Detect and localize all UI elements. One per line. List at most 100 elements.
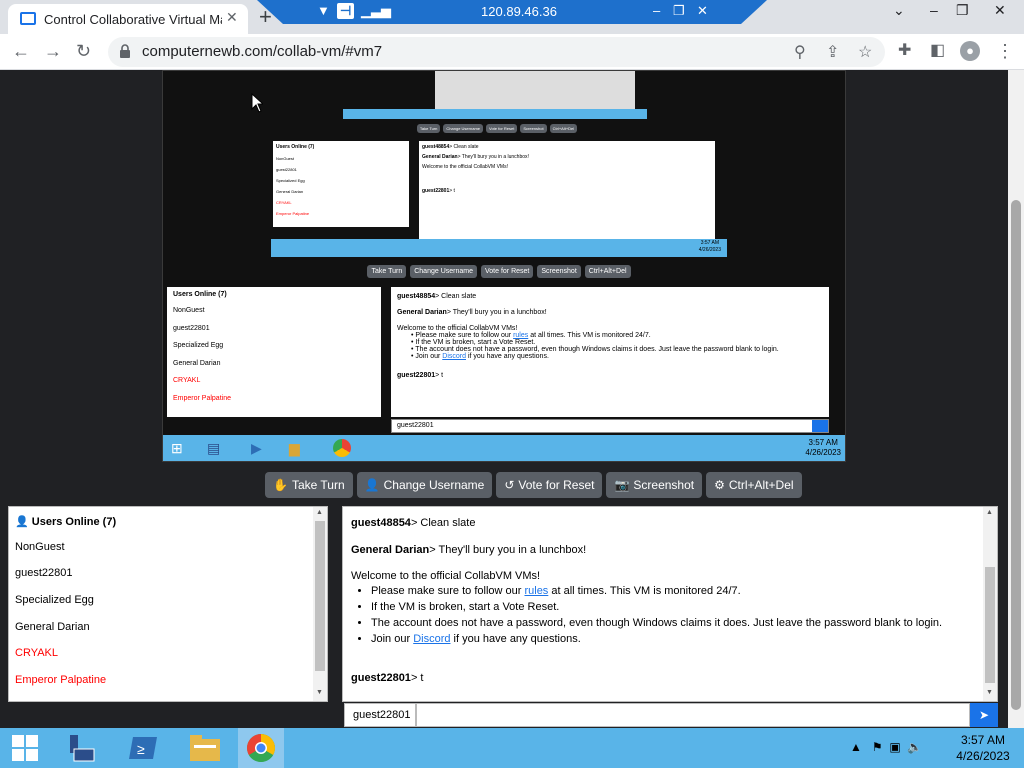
profile-avatar-icon[interactable]: ● xyxy=(960,41,980,61)
nested-users-l2: Users Online (7) NonGuest guest22801 Spe… xyxy=(167,287,381,417)
chat-message: General Darian> They'll bury you in a lu… xyxy=(351,544,587,556)
rule-item: Join our Discord if you have any questio… xyxy=(371,633,942,646)
url-text: computernewb.com/collab-vm/#vm7 xyxy=(142,43,383,60)
server-manager-button[interactable] xyxy=(58,728,104,768)
browser-titlebar: Control Collaborative Virtual Mac ✕ + ▼ … xyxy=(0,0,1024,34)
system-tray: ▲ ⚑ ▣ 🔈 xyxy=(850,740,922,754)
nested-input-l2: guest22801 xyxy=(391,419,829,433)
send-button[interactable]: ➤ xyxy=(970,703,998,727)
windows-taskbar: ≥ ▲ ⚑ ▣ 🔈 3:57 AM 4/26/2023 xyxy=(0,728,1024,768)
vm-controls: ✋ Take Turn 👤 Change Username ↺ Vote for Re… xyxy=(265,472,802,498)
user-item[interactable]: General Darian xyxy=(15,621,90,633)
chevron-up-icon[interactable]: ▲ xyxy=(850,740,862,754)
rule-item: The account does not have a password, ev… xyxy=(371,617,942,630)
close-window-button[interactable]: ✕ xyxy=(994,2,1006,19)
chat-input-row: guest22801 ➤ xyxy=(344,703,998,727)
powershell-button[interactable]: ≥ xyxy=(120,728,166,768)
forward-arrow-icon[interactable]: → xyxy=(44,41,62,61)
vote-reset-button[interactable]: ↺ Vote for Reset xyxy=(496,472,603,498)
tab-search-icon[interactable]: ⌄ xyxy=(893,2,905,19)
side-panel-icon[interactable]: ◧ xyxy=(930,41,945,61)
minimize-button[interactable]: – xyxy=(930,2,938,18)
file-explorer-button[interactable] xyxy=(182,728,228,768)
remote-ip: 120.89.46.36 xyxy=(481,4,557,19)
users-online-panel: 👤 Users Online (7) NonGuest guest22801 S… xyxy=(8,506,328,702)
chat-input[interactable] xyxy=(416,703,970,727)
users-scrollbar[interactable]: ▲ ▼ xyxy=(313,507,327,701)
clock-date: 4/26/2023 xyxy=(956,749,1010,763)
chat-message: guest22801> t xyxy=(351,672,424,684)
gear-icon: ⚙ xyxy=(714,478,725,492)
rule-item: If the VM is broken, start a Vote Reset. xyxy=(371,601,942,614)
paper-plane-icon: ➤ xyxy=(978,708,990,722)
change-username-button[interactable]: 👤 Change Username xyxy=(356,472,493,498)
close-tab-icon[interactable]: ✕ xyxy=(226,9,238,26)
user-icon: 👤 xyxy=(15,516,29,528)
user-item[interactable]: Specialized Egg xyxy=(15,594,94,606)
start-button[interactable] xyxy=(2,728,48,768)
nested-chat-l2: guest48854> Clean slate General Darian> … xyxy=(391,287,829,417)
user-item[interactable]: guest22801 xyxy=(15,567,73,579)
back-arrow-icon[interactable]: ← xyxy=(12,41,30,61)
flag-icon[interactable]: ⚑ xyxy=(872,740,883,754)
powershell-icon: ≥ xyxy=(129,737,157,759)
restore-remote-icon[interactable]: ❐ xyxy=(673,3,685,19)
chat-panel: guest48854> Clean slate General Darian> … xyxy=(342,506,998,702)
remote-desktop-icon[interactable]: ⊣ xyxy=(337,3,355,19)
chrome-icon xyxy=(247,734,275,762)
discord-link[interactable]: Discord xyxy=(413,633,450,645)
bookmark-star-icon[interactable]: ☆ xyxy=(858,42,872,62)
nested-buttons-l2: Take Turn Change Username Vote for Reset… xyxy=(339,265,659,278)
users-online-heading: 👤 Users Online (7) xyxy=(15,516,117,528)
nested-chat-l3b: guest48854> Clean slate General Darian> … xyxy=(419,141,715,239)
volume-icon[interactable]: 🔈 xyxy=(907,740,922,754)
extensions-icon[interactable]: ✚ xyxy=(898,41,911,61)
ctrl-alt-del-button[interactable]: ⚙ Ctrl+Alt+Del xyxy=(706,472,802,498)
tab-title: Control Collaborative Virtual Mac xyxy=(44,12,222,27)
nested-users-l3: Users Online (7) NonGuest guest22801 Spe… xyxy=(273,141,409,227)
reload-icon[interactable]: ↻ xyxy=(76,41,91,61)
server-manager-icon xyxy=(70,735,95,762)
restore-button[interactable]: ❐ xyxy=(956,2,969,19)
mouse-cursor-icon xyxy=(251,93,263,113)
nested-taskbar-l2: 3:57 AM 4/26/2023 xyxy=(271,239,727,257)
minimize-remote-icon[interactable]: – xyxy=(653,3,660,18)
menu-dots-icon[interactable]: ⋮ xyxy=(996,41,1014,61)
chat-scrollbar[interactable]: ▲ ▼ xyxy=(983,507,997,701)
take-turn-button[interactable]: ✋ Take Turn xyxy=(265,472,353,498)
monitor-icon xyxy=(20,12,36,25)
chrome-button[interactable] xyxy=(238,728,284,768)
signal-icon: ▁▃▅ xyxy=(361,3,391,18)
browser-tab[interactable]: Control Collaborative Virtual Mac ✕ xyxy=(8,4,248,34)
nested-chat-l3 xyxy=(435,71,635,109)
hand-icon: ✋ xyxy=(273,478,288,492)
nested-taskbar-l3 xyxy=(343,109,647,119)
vm-display[interactable]: Take Turn Change Username Vote for Reset… xyxy=(162,70,846,462)
rules-link[interactable]: rules xyxy=(524,585,548,597)
remote-connection-bar: ▼ ⊣ ▁▃▅ 120.89.46.36 – ❐ ✕ xyxy=(257,0,767,24)
folder-icon xyxy=(190,735,220,761)
close-remote-icon[interactable]: ✕ xyxy=(697,3,708,19)
user-item[interactable]: CRYAKL xyxy=(15,647,58,659)
zoom-icon[interactable]: ⚲ xyxy=(794,42,806,62)
user-item[interactable]: NonGuest xyxy=(15,541,65,553)
rules-list: Please make sure to follow our rules at … xyxy=(351,585,942,649)
pin-icon[interactable]: ▼ xyxy=(317,3,330,18)
taskbar-clock[interactable]: 3:57 AM 4/26/2023 xyxy=(948,732,1018,764)
page-scrollbar[interactable] xyxy=(1008,70,1024,728)
lock-icon xyxy=(120,44,130,58)
welcome-text: Welcome to the official CollabVM VMs! xyxy=(351,570,541,582)
user-item[interactable]: Emperor Palpatine xyxy=(15,674,106,686)
network-icon[interactable]: ▣ xyxy=(889,740,900,754)
clock-time: 3:57 AM xyxy=(960,733,1006,747)
share-icon[interactable]: ⇪ xyxy=(826,42,839,62)
browser-toolbar: ← → ↻ computernewb.com/collab-vm/#vm7 ⚲ … xyxy=(0,34,1024,70)
user-edit-icon: 👤 xyxy=(364,478,380,492)
undo-icon: ↺ xyxy=(504,478,515,492)
svg-text:≥: ≥ xyxy=(137,741,145,757)
screenshot-button[interactable]: 📷 Screenshot xyxy=(606,472,703,498)
rule-item: Please make sure to follow our rules at … xyxy=(371,585,942,598)
chat-message: guest48854> Clean slate xyxy=(351,517,476,529)
address-bar[interactable]: computernewb.com/collab-vm/#vm7 ⚲ ⇪ ☆ xyxy=(108,37,885,67)
camera-icon: 📷 xyxy=(614,478,630,492)
